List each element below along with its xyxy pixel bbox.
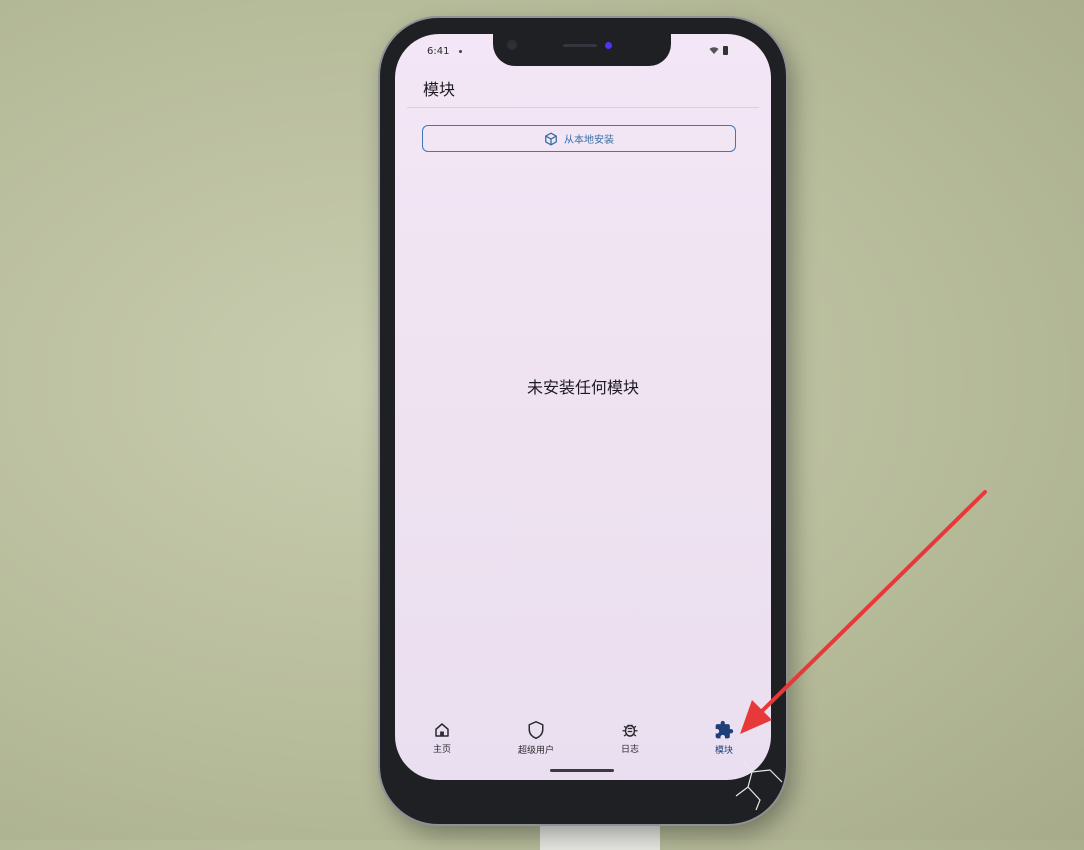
usb-cable — [540, 820, 660, 850]
home-indicator — [550, 769, 614, 772]
front-camera — [507, 40, 517, 50]
nav-label-superuser: 超级用户 — [517, 746, 554, 756]
shield-icon — [528, 721, 544, 739]
nav-label-logs: 日志 — [620, 745, 639, 755]
nav-item-logs[interactable]: 日志 — [583, 710, 677, 766]
nav-item-superuser[interactable]: 超级用户 — [489, 710, 583, 766]
empty-state-message: 未安装任何模块 — [526, 378, 639, 397]
status-time: 6:41 — [427, 46, 450, 57]
earpiece — [563, 44, 597, 47]
notch — [493, 34, 671, 66]
wifi-icon — [709, 46, 719, 54]
page-title: 模块 — [423, 80, 456, 99]
screen-crack — [735, 756, 783, 811]
puzzle-icon — [715, 720, 734, 739]
install-button-label: 从本地安装 — [564, 135, 614, 146]
home-icon — [435, 723, 449, 737]
nav-label-home: 主页 — [432, 745, 451, 755]
install-from-local-button[interactable]: 从本地安装 — [422, 125, 736, 152]
status-icons — [709, 45, 728, 56]
package-icon — [545, 132, 557, 145]
phone-screen: 6:41 模块 从本地安装 未安装任何模块 主页 超级用户 日志 模块 — [395, 34, 771, 780]
sensor-light — [605, 42, 612, 49]
notification-dot-icon — [459, 50, 462, 53]
nav-item-home[interactable]: 主页 — [395, 710, 489, 766]
bug-icon — [622, 724, 638, 737]
battery-icon — [723, 45, 728, 55]
bottom-navigation: 主页 超级用户 日志 模块 — [395, 710, 771, 766]
app-bar-divider — [407, 107, 759, 108]
